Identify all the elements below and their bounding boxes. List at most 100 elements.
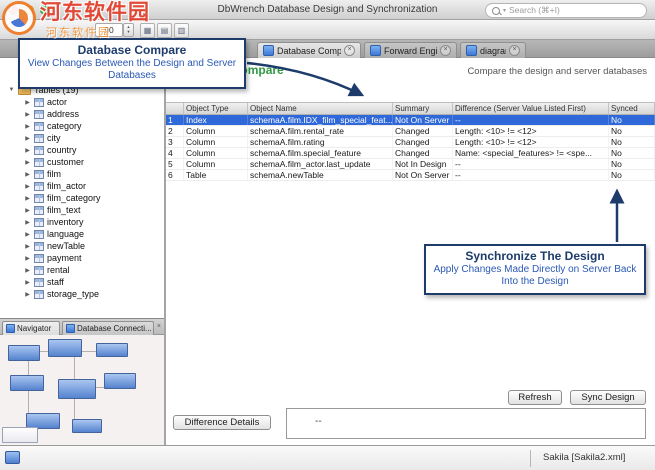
chevron-right-icon[interactable]: ▶ <box>24 111 31 118</box>
close-icon[interactable]: × <box>440 45 451 56</box>
chevron-right-icon[interactable]: ▶ <box>24 291 31 298</box>
sidebar-item-newtable[interactable]: ▶ newTable <box>0 240 164 252</box>
tab-label: Database Compare <box>277 45 341 56</box>
sidebar-item-film-actor[interactable]: ▶ film_actor <box>0 180 164 192</box>
zoom-level-field[interactable]: 90 <box>95 23 123 37</box>
cell-num: 6 <box>166 170 184 180</box>
chevron-right-icon[interactable]: ▶ <box>24 195 31 202</box>
sidebar-item-country[interactable]: ▶ country <box>0 144 164 156</box>
mini-table-box <box>48 339 82 357</box>
sidebar-item-film-category[interactable]: ▶ film_category <box>0 192 164 204</box>
chevron-right-icon[interactable]: ▶ <box>24 231 31 238</box>
column-header-summary[interactable]: Summary <box>393 103 453 114</box>
chevron-right-icon[interactable]: ▶ <box>24 279 31 286</box>
table-row[interactable]: 5 Column schemaA.film_actor.last_update … <box>166 159 655 170</box>
database-icon <box>66 324 75 333</box>
sidebar-item-rental[interactable]: ▶ rental <box>0 264 164 276</box>
cell-summary: Not In Design <box>393 159 453 169</box>
search-icon <box>492 6 500 15</box>
tree-item-label: newTable <box>47 241 86 251</box>
column-header-difference[interactable]: Difference (Server Value Listed First) <box>453 103 609 114</box>
tab-diagrama[interactable]: diagramA × <box>460 42 526 58</box>
close-icon[interactable]: × <box>344 45 355 56</box>
chevron-right-icon[interactable]: ▶ <box>24 123 31 130</box>
difference-details-box[interactable]: -- <box>286 408 646 439</box>
chevron-right-icon[interactable]: ▶ <box>24 147 31 154</box>
tab-forward-engineer[interactable]: Forward Engineer × <box>364 42 457 58</box>
tree-item-label: inventory <box>47 217 84 227</box>
sidebar-item-film[interactable]: ▶ film <box>0 168 164 180</box>
chevron-right-icon[interactable]: ▶ <box>24 183 31 190</box>
table-row[interactable]: 6 Table schemaA.newTable Not On Server -… <box>166 170 655 181</box>
table-icon <box>34 205 44 215</box>
callout-body: View Changes Between the Design and Serv… <box>27 58 237 81</box>
table-icon <box>34 289 44 299</box>
sidebar-item-payment[interactable]: ▶ payment <box>0 252 164 264</box>
chevron-down-icon[interactable]: ▼ <box>8 87 15 93</box>
sidebar-item-film-text[interactable]: ▶ film_text <box>0 204 164 216</box>
sidebar-item-actor[interactable]: ▶ actor <box>0 96 164 108</box>
column-header-object-type[interactable]: Object Type <box>184 103 248 114</box>
sidebar-item-staff[interactable]: ▶ staff <box>0 276 164 288</box>
table-row[interactable]: 4 Column schemaA.film.special_feature Ch… <box>166 148 655 159</box>
tab-database-compare[interactable]: Database Compare × <box>257 42 361 58</box>
cell-difference: Name: <special_features> != <spe... <box>453 148 609 158</box>
cell-summary: Changed <box>393 126 453 136</box>
column-header-object-name[interactable]: Object Name <box>248 103 393 114</box>
cell-summary: Not On Server <box>393 170 453 180</box>
chevron-right-icon[interactable]: ▶ <box>24 243 31 250</box>
sync-design-button[interactable]: Sync Design <box>570 390 646 405</box>
cell-difference: Length: <10> != <12> <box>453 137 609 147</box>
column-header-synced[interactable]: Synced <box>609 103 655 114</box>
tree-item-label: customer <box>47 157 85 167</box>
tab-label: Navigator <box>17 324 52 333</box>
status-database-name: Sakila [Sakila2.xml] <box>543 452 626 463</box>
table-row[interactable]: 1 Index schemaA.film.IDX_film_special_fe… <box>166 115 655 126</box>
toolbar-grid-icon[interactable]: ▦ <box>140 23 155 38</box>
toolbar-layout-icon[interactable]: ▥ <box>174 23 189 38</box>
app-window: DbWrench Database Design and Synchroniza… <box>0 0 655 470</box>
tree-item-label: language <box>47 229 85 239</box>
cell-num: 1 <box>166 115 184 125</box>
column-header-num[interactable] <box>166 103 184 114</box>
table-icon <box>34 277 44 287</box>
diagram-minimap[interactable] <box>0 335 164 446</box>
chevron-right-icon[interactable]: ▶ <box>24 207 31 214</box>
close-icon[interactable]: × <box>157 323 161 331</box>
navigator-tab-strip: Navigator Database Connecti... × <box>0 319 164 335</box>
close-icon[interactable]: × <box>509 45 520 56</box>
cell-object-type: Column <box>184 148 248 158</box>
status-divider <box>530 450 531 467</box>
chevron-right-icon[interactable]: ▶ <box>24 171 31 178</box>
table-row[interactable]: 2 Column schemaA.film.rental_rate Change… <box>166 126 655 137</box>
sidebar-item-language[interactable]: ▶ language <box>0 228 164 240</box>
table-header: Object Type Object Name Summary Differen… <box>166 102 655 115</box>
chevron-right-icon[interactable]: ▶ <box>24 159 31 166</box>
toolbar-diagram-icon[interactable]: ▤ <box>157 23 172 38</box>
chevron-right-icon[interactable]: ▶ <box>24 219 31 226</box>
difference-details-button[interactable]: Difference Details <box>173 415 271 430</box>
sidebar-item-category[interactable]: ▶ category <box>0 120 164 132</box>
refresh-button[interactable]: Refresh <box>508 390 562 405</box>
sidebar-item-storage-type[interactable]: ▶ storage_type <box>0 288 164 300</box>
tab-navigator[interactable]: Navigator <box>2 321 60 335</box>
chevron-right-icon[interactable]: ▶ <box>24 99 31 106</box>
sidebar-item-customer[interactable]: ▶ customer <box>0 156 164 168</box>
tab-database-connections[interactable]: Database Connecti... <box>62 321 154 335</box>
chevron-right-icon[interactable]: ▶ <box>24 267 31 274</box>
chevron-right-icon[interactable]: ▶ <box>24 255 31 262</box>
table-icon <box>34 265 44 275</box>
table-icon <box>34 157 44 167</box>
mini-table-box <box>8 345 40 361</box>
sidebar-item-city[interactable]: ▶ city <box>0 132 164 144</box>
status-bar: Sakila [Sakila2.xml] <box>0 445 655 470</box>
chevron-right-icon[interactable]: ▶ <box>24 135 31 142</box>
sidebar-item-inventory[interactable]: ▶ inventory <box>0 216 164 228</box>
search-input[interactable]: ▾ Search (⌘+I) <box>485 3 647 18</box>
tree-item-label: category <box>47 121 82 131</box>
table-row[interactable]: 3 Column schemaA.film.rating Changed Len… <box>166 137 655 148</box>
sidebar-item-address[interactable]: ▶ address <box>0 108 164 120</box>
search-placeholder: Search (⌘+I) <box>509 5 560 15</box>
tree-item-label: address <box>47 109 80 119</box>
zoom-stepper[interactable]: ▴ ▾ <box>123 23 134 37</box>
